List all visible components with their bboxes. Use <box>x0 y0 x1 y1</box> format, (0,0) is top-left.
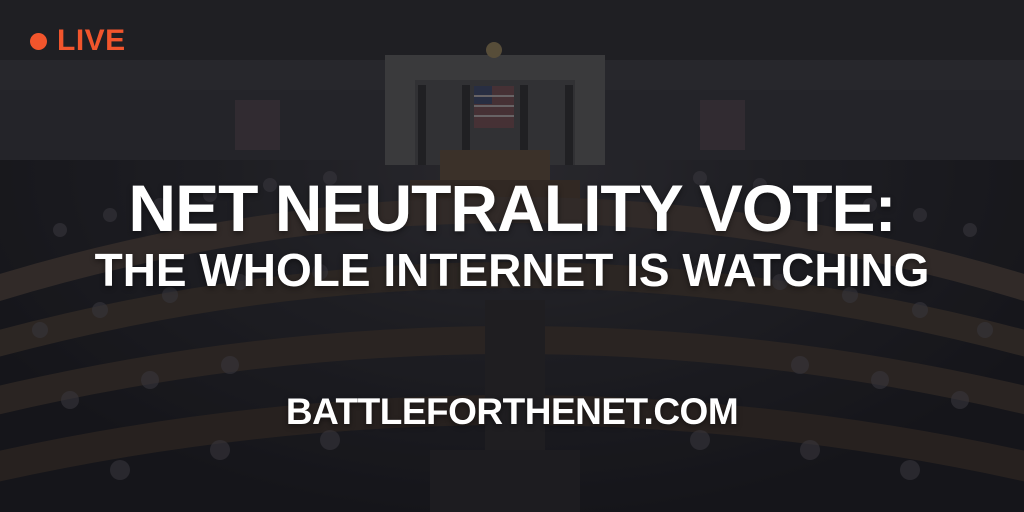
live-label: LIVE <box>57 24 126 57</box>
live-badge: LIVE <box>30 24 126 58</box>
headline-line1: NET NEUTRALITY VOTE: <box>128 171 896 245</box>
site-url-link[interactable]: BATTLEFORTHENET.COM <box>0 390 1024 434</box>
promo-banner: LIVE NET NEUTRALITY VOTE: THE WHOLE INTE… <box>0 0 1024 512</box>
headline-line2: THE WHOLE INTERNET IS WATCHING <box>94 244 930 296</box>
live-dot-icon <box>30 32 47 50</box>
